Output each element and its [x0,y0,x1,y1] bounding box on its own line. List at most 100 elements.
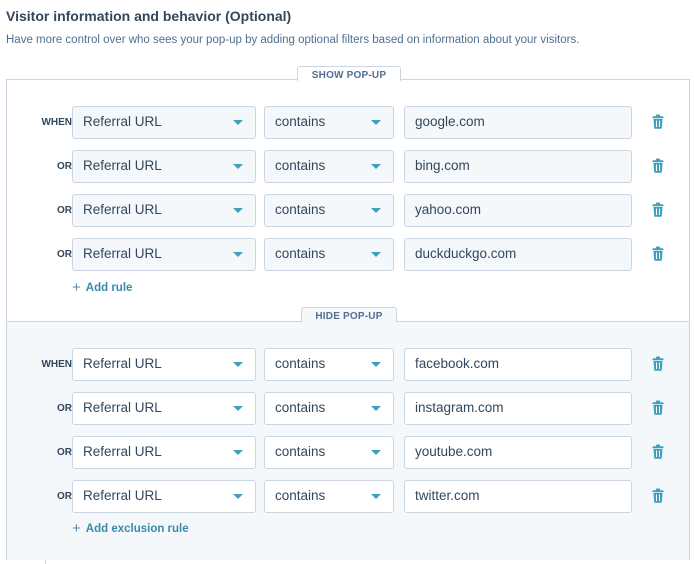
property-value: Referral URL [83,202,162,217]
property-value: Referral URL [83,114,162,129]
property-value: Referral URL [83,356,162,371]
operator-value: contains [275,114,326,129]
caret-down-icon [233,362,243,367]
trash-icon[interactable] [652,356,664,371]
show-popup-tab: SHOW POP-UP [297,66,401,81]
plus-icon: + [72,520,81,537]
operator-value: contains [275,400,326,415]
value-text: yahoo.com [415,202,482,217]
add-rule-label: Add rule [85,282,133,294]
caret-down-icon [233,494,243,499]
plus-icon: + [72,279,81,296]
rule-connector: OR [57,249,72,260]
trash-icon[interactable] [652,202,664,217]
operator-value: contains [275,444,326,459]
rule-connector: OR [57,403,72,414]
caret-down-icon [233,208,243,213]
trash-icon[interactable] [652,444,664,459]
add-exclusion-rule-link[interactable]: + Add exclusion rule [72,519,189,537]
operator-select[interactable]: contains [264,194,394,227]
rule-connector: WHEN [41,117,72,128]
rule-row: WHEN Referral URL contains google.com [7,106,689,139]
property-select[interactable]: Referral URL [72,480,256,513]
value-text: bing.com [415,158,470,173]
section-description: Have more control over who sees your pop… [6,34,580,46]
caret-down-icon [371,450,381,455]
rule-row: OR Referral URL contains bing.com [7,150,689,183]
property-select[interactable]: Referral URL [72,150,256,183]
caret-down-icon [233,120,243,125]
caret-down-icon [371,362,381,367]
trash-icon[interactable] [652,488,664,503]
rule-row: OR Referral URL contains duckduckgo.com [7,238,689,271]
hide-popup-section: HIDE POP-UP WHEN Referral URL contains f… [7,307,689,560]
trash-icon[interactable] [652,114,664,129]
operator-select[interactable]: contains [264,392,394,425]
operator-value: contains [275,488,326,503]
caret-down-icon [371,494,381,499]
operator-select[interactable]: contains [264,480,394,513]
operator-select[interactable]: contains [264,150,394,183]
caret-down-icon [371,164,381,169]
caret-down-icon [371,252,381,257]
operator-select[interactable]: contains [264,238,394,271]
rule-connector: OR [57,205,72,216]
rule-connector: OR [57,161,72,172]
caret-down-icon [233,164,243,169]
property-select[interactable]: Referral URL [72,106,256,139]
value-input[interactable]: duckduckgo.com [404,238,632,271]
value-input[interactable]: youtube.com [404,436,632,469]
rule-row: OR Referral URL contains youtube.com [7,436,689,469]
rule-connector: WHEN [41,359,72,370]
divider [45,560,46,564]
value-text: youtube.com [415,444,493,459]
caret-down-icon [233,252,243,257]
section-title: Visitor information and behavior (Option… [6,8,292,24]
value-input[interactable]: facebook.com [404,348,632,381]
property-select[interactable]: Referral URL [72,194,256,227]
caret-down-icon [233,406,243,411]
value-input[interactable]: bing.com [404,150,632,183]
property-value: Referral URL [83,400,162,415]
operator-value: contains [275,158,326,173]
rule-row: OR Referral URL contains instagram.com [7,392,689,425]
rule-row: OR Referral URL contains twitter.com [7,480,689,513]
value-text: facebook.com [415,356,500,371]
caret-down-icon [371,208,381,213]
property-value: Referral URL [83,488,162,503]
rule-row: WHEN Referral URL contains facebook.com [7,348,689,381]
property-select[interactable]: Referral URL [72,392,256,425]
value-text: duckduckgo.com [415,246,517,261]
value-text: instagram.com [415,400,504,415]
value-input[interactable]: yahoo.com [404,194,632,227]
value-input[interactable]: instagram.com [404,392,632,425]
rule-connector: OR [57,491,72,502]
operator-select[interactable]: contains [264,106,394,139]
caret-down-icon [371,120,381,125]
trash-icon[interactable] [652,400,664,415]
operator-select[interactable]: contains [264,436,394,469]
trash-icon[interactable] [652,246,664,261]
caret-down-icon [371,406,381,411]
property-value: Referral URL [83,246,162,261]
property-select[interactable]: Referral URL [72,238,256,271]
add-rule-link[interactable]: + Add rule [72,278,133,296]
value-text: google.com [415,114,485,129]
operator-select[interactable]: contains [264,348,394,381]
property-select[interactable]: Referral URL [72,348,256,381]
value-input[interactable]: twitter.com [404,480,632,513]
value-text: twitter.com [415,488,480,503]
operator-value: contains [275,356,326,371]
rules-container: SHOW POP-UP WHEN Referral URL contains g… [6,66,690,560]
property-value: Referral URL [83,444,162,459]
value-input[interactable]: google.com [404,106,632,139]
caret-down-icon [233,450,243,455]
operator-value: contains [275,246,326,261]
rule-row: OR Referral URL contains yahoo.com [7,194,689,227]
rule-connector: OR [57,447,72,458]
add-exclusion-rule-label: Add exclusion rule [85,523,189,535]
operator-value: contains [275,202,326,217]
trash-icon[interactable] [652,158,664,173]
property-value: Referral URL [83,158,162,173]
property-select[interactable]: Referral URL [72,436,256,469]
